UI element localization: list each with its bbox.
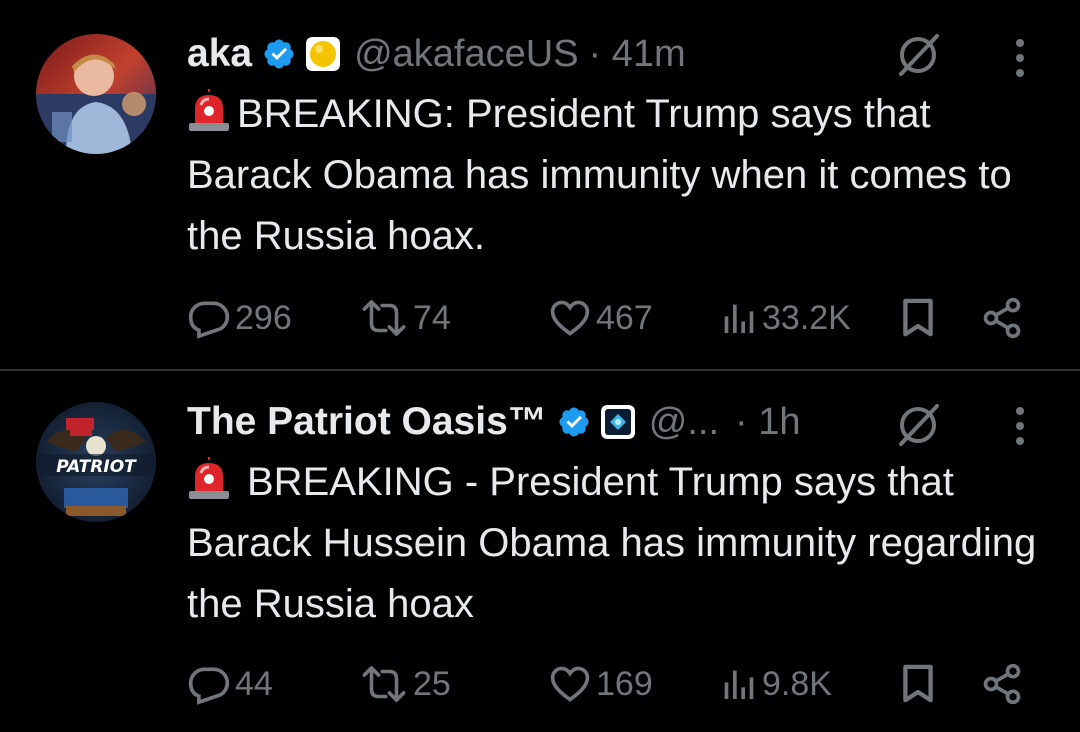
views-icon [724,670,754,699]
repost-button[interactable]: 25 [359,659,451,709]
yellow-circle-badge-icon[interactable] [306,37,341,71]
reply-icon [188,301,230,339]
reply-count: 44 [235,664,273,703]
tweet[interactable]: PATRIOT The Patriot Oasis™ @... · 1h BRE… [0,372,1080,732]
tweet-divider [0,369,1080,371]
grok-icon[interactable] [893,30,943,80]
heart-icon [550,666,590,702]
bookmark-icon [903,664,933,703]
repost-button[interactable]: 74 [359,293,451,343]
avatar[interactable]: PATRIOT [36,402,156,522]
reply-icon [188,667,230,705]
author-handle[interactable]: @akafaceUS [354,33,578,76]
grok-icon[interactable] [893,400,943,450]
share-icon [983,297,1021,339]
more-vertical-icon[interactable] [1008,36,1032,80]
like-button[interactable]: 467 [548,293,653,343]
more-vertical-icon[interactable] [1008,404,1032,448]
tweet-actions: 296 74 467 33.2K [187,293,1037,343]
rotating-light-emoji-icon [189,89,229,131]
repost-count: 74 [413,298,451,337]
views-button[interactable]: 9.8K [718,659,832,709]
repost-icon [362,666,406,702]
share-button[interactable] [980,659,1024,709]
tweet-actions: 44 25 169 9.8K [187,659,1037,709]
avatar-text: PATRIOT [56,457,137,477]
author-handle[interactable]: @... [649,401,719,444]
bookmark-button[interactable] [900,659,936,709]
repost-icon [362,300,406,336]
share-icon [983,663,1021,705]
reply-button[interactable]: 296 [187,293,292,343]
views-icon [724,304,754,333]
bookmark-button[interactable] [900,293,936,343]
like-button[interactable]: 169 [548,659,653,709]
tweet-time[interactable]: · 41m [589,33,686,76]
avatar[interactable] [36,34,156,154]
rotating-light-emoji-icon [189,457,229,499]
tweet-text-content: BREAKING: President Trump says that Bara… [187,92,1012,258]
share-button[interactable] [980,293,1024,343]
verified-badge-icon [264,39,294,69]
like-count: 467 [596,298,653,337]
repost-count: 25 [413,664,451,703]
views-count: 9.8K [762,664,832,703]
author-name[interactable]: aka [187,32,252,76]
verified-badge-icon [559,407,589,437]
like-count: 169 [596,664,653,703]
blue-diamond-badge-icon[interactable] [600,405,635,439]
tweet[interactable]: aka @akafaceUS · 41m BREAKING: President… [0,0,1080,370]
tweet-text-content: BREAKING - President Trump says that Bar… [187,460,1037,626]
heart-icon [550,300,590,336]
views-button[interactable]: 33.2K [718,293,851,343]
tweet-text: BREAKING: President Trump says that Bara… [187,84,1047,267]
author-name[interactable]: The Patriot Oasis™ [187,400,547,444]
reply-button[interactable]: 44 [187,659,273,709]
tweet-text: BREAKING - President Trump says that Bar… [187,452,1047,635]
tweet-time[interactable]: · 1h [735,401,800,444]
views-count: 33.2K [762,298,851,337]
reply-count: 296 [235,298,292,337]
bookmark-icon [903,298,933,337]
